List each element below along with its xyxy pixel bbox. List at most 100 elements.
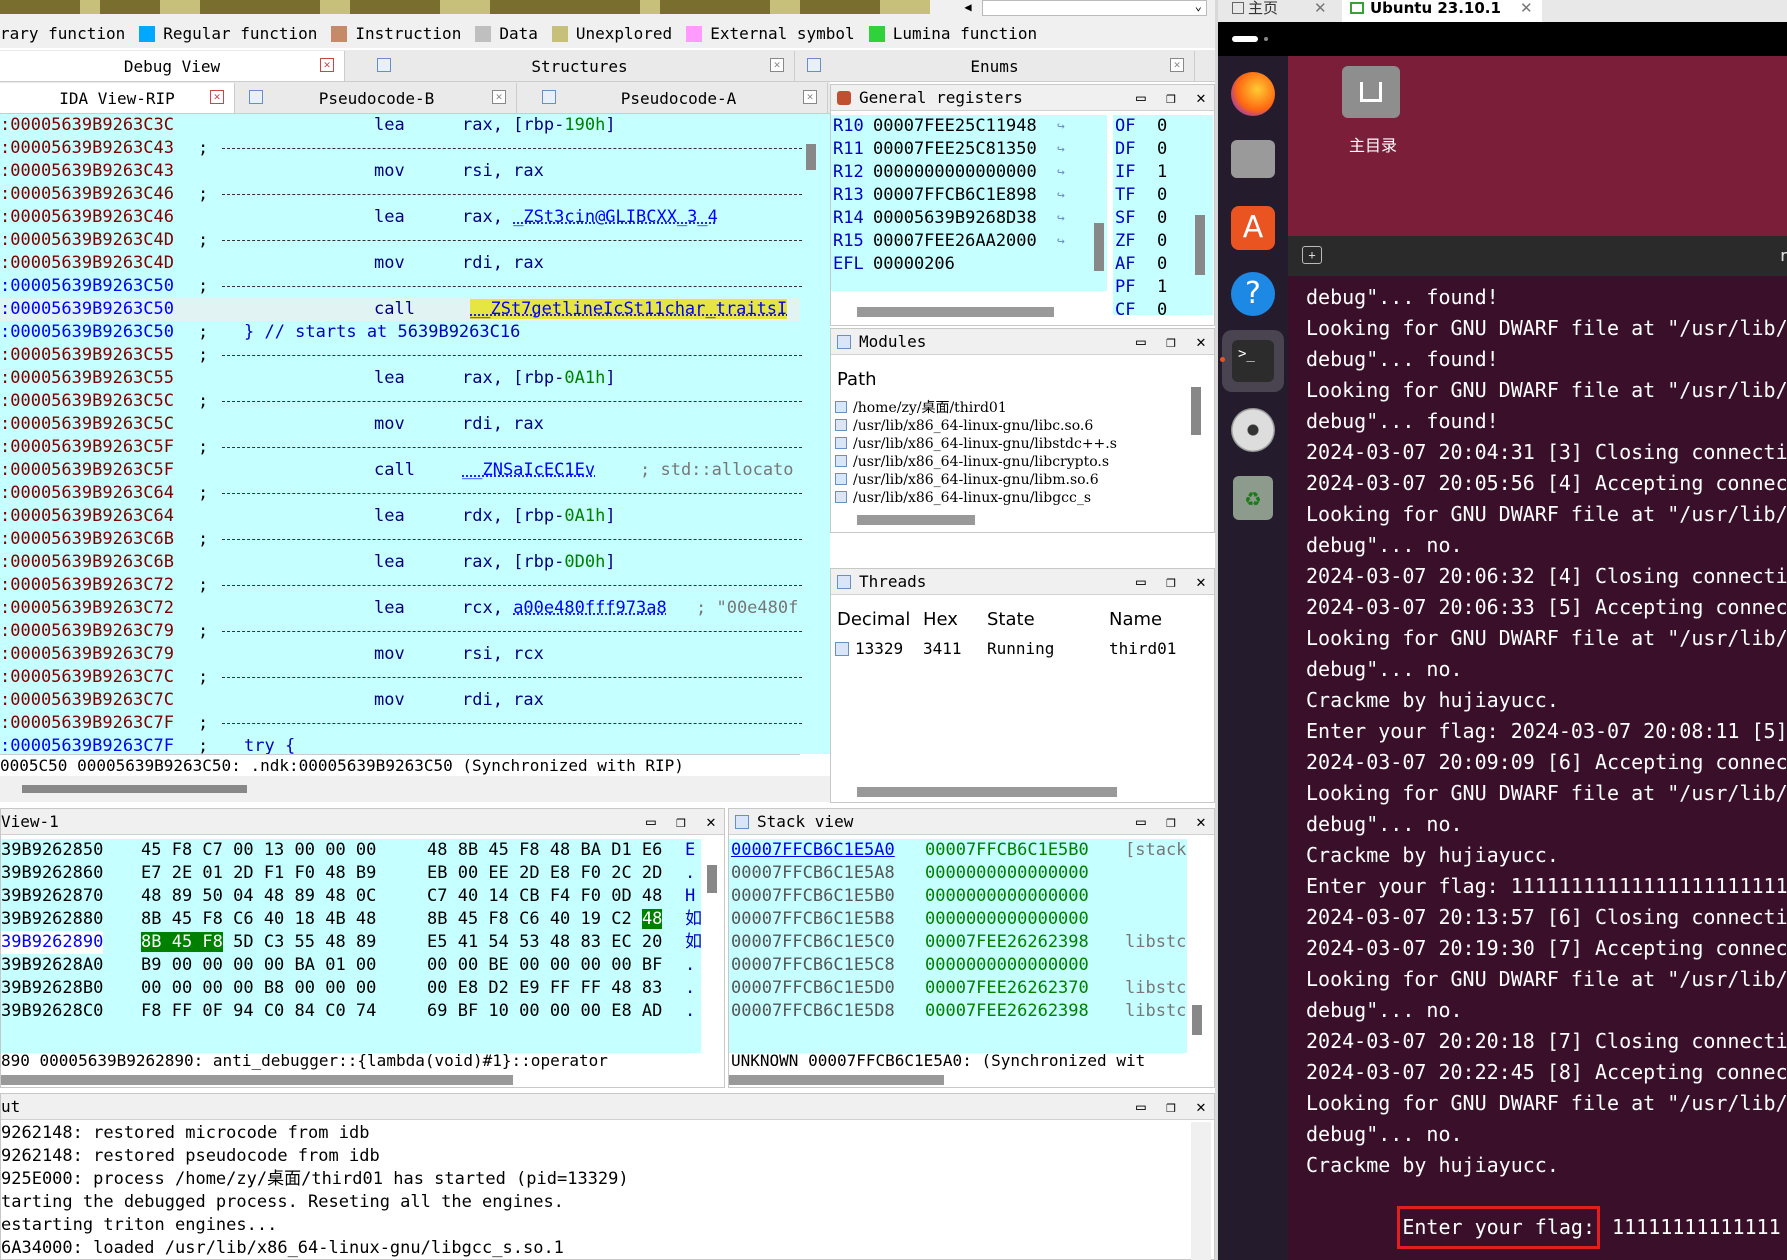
scrollbar-thumb[interactable]: [729, 1075, 944, 1085]
jump-arrow-icon[interactable]: ↪: [1057, 184, 1065, 207]
col-header-decimal[interactable]: Decimal: [837, 609, 910, 630]
disasm-line[interactable]: :00005639B9263C6B lea rax, [rbp-0D0h]: [0, 551, 800, 574]
navband-left-arrow-icon[interactable]: ◀: [956, 0, 980, 14]
home-folder-icon[interactable]: [1342, 66, 1400, 118]
stack-row[interactable]: 00007FFCB6C1E5C0 00007FEE26262398 libstc: [729, 931, 1187, 954]
flag-value[interactable]: 0: [1157, 184, 1167, 207]
disasm-line[interactable]: :00005639B9263C4D;: [0, 229, 802, 252]
register-value[interactable]: 00000206: [873, 253, 955, 276]
hex-bytes[interactable]: 69 BF 10 00 00 00 E8 AD: [427, 1000, 662, 1023]
stack-row[interactable]: 00007FFCB6C1E5A0 00007FFCB6C1E5B0 [stack: [729, 839, 1187, 862]
ida-hscroll[interactable]: [0, 776, 830, 802]
disasm-line[interactable]: :00005639B9263C7C;: [0, 666, 802, 689]
scrollbar-thumb[interactable]: [22, 785, 247, 793]
hex-bytes[interactable]: EB 00 EE 2D E8 F0 2C 2D: [427, 862, 662, 885]
flag-value[interactable]: 1: [1157, 276, 1167, 299]
scrollbar-thumb[interactable]: [857, 515, 975, 525]
disasm-line[interactable]: :00005639B9263C5C;: [0, 390, 802, 413]
hex-bytes[interactable]: F8 FF 0F 94 C0 84 C0 74: [141, 1000, 376, 1023]
flag-row[interactable]: PF 1: [1113, 276, 1213, 299]
selected-bytes[interactable]: 48: [641, 909, 663, 929]
symbol-reference[interactable]: __ZSt7getlineIcSt11char_traitsI: [470, 299, 788, 319]
scrollbar-thumb[interactable]: [1094, 223, 1104, 271]
hex-row[interactable]: 39B92628B0 00 00 00 00 B8 00 00 00 00 E8 D…: [1, 977, 701, 1000]
firefox-icon[interactable]: [1231, 72, 1275, 116]
disasm-line[interactable]: :00005639B9263C7F; try {: [0, 735, 800, 754]
disasm-line[interactable]: :00005639B9263C55 lea rax, [rbp-0A1h]: [0, 367, 800, 390]
disasm-line[interactable]: :00005639B9263C6B;: [0, 528, 802, 551]
close-icon[interactable]: ✕: [1192, 332, 1210, 351]
hex-row[interactable]: 39B9262890 8B 45 F8 5D C3 55 48 89 E5 41 5…: [1, 931, 701, 954]
disasm-line[interactable]: :00005639B9263C4D mov rdi, rax: [0, 252, 800, 275]
minimize-icon[interactable]: ▭: [1132, 572, 1150, 591]
register-row[interactable]: R14 00005639B9268D38 ↪: [831, 207, 1107, 230]
hex-row[interactable]: 39B9262850 45 F8 C7 00 13 00 00 00 48 8B 4…: [1, 839, 701, 862]
stack-value[interactable]: 00007FFCB6C1E5B0: [925, 839, 1089, 862]
flag-value[interactable]: 0: [1157, 253, 1167, 276]
tab-pseudocode-a[interactable]: Pseudocode-A ✕: [530, 83, 828, 113]
table-row[interactable]: 13329 3411 Running third01: [831, 637, 1216, 663]
hex-row[interactable]: 39B9262880 8B 45 F8 C6 40 18 4B 48 8B 45 F…: [1, 908, 701, 931]
app-center-icon[interactable]: A: [1231, 206, 1275, 250]
disasm-line[interactable]: :00005639B9263C72;: [0, 574, 802, 597]
list-item[interactable]: /home/zy/桌面/third01: [831, 399, 1189, 417]
stack-value[interactable]: 0000000000000000: [925, 885, 1089, 908]
close-icon[interactable]: ✕: [492, 90, 506, 104]
register-value[interactable]: 00007FEE26AA2000: [873, 230, 1037, 253]
disasm-line[interactable]: :00005639B9263C79 mov rsi, rcx: [0, 643, 800, 666]
col-header-hex[interactable]: Hex: [923, 609, 958, 630]
close-icon[interactable]: ✕: [770, 58, 784, 72]
scrollbar-thumb[interactable]: [857, 787, 1117, 797]
minimize-icon[interactable]: ▭: [1132, 812, 1150, 831]
register-value[interactable]: 00007FEE25C11948: [873, 115, 1037, 138]
jump-arrow-icon[interactable]: ↪: [1057, 138, 1065, 161]
jump-arrow-icon[interactable]: ↪: [1057, 161, 1065, 184]
symbol-reference[interactable]: _ZSt3cin@GLIBCXX_3_4: [513, 207, 718, 227]
flag-input[interactable]: 11111111111111: [1612, 1215, 1781, 1239]
terminal-prompt-line[interactable]: Enter your flag: 11111111111111: [1306, 1181, 1787, 1249]
disasm-line[interactable]: :00005639B9263C46 lea rax, _ZSt3cin@GLIBCX…: [0, 206, 800, 229]
stack-value[interactable]: 00007FEE26262398: [925, 931, 1089, 954]
flag-row[interactable]: IF 1: [1113, 161, 1213, 184]
navband-combo[interactable]: ⌄: [982, 0, 1207, 16]
hex-bytes[interactable]: 00 00 00 00 B8 00 00 00: [141, 977, 376, 1000]
hex-row[interactable]: 39B9262860 E7 2E 01 2D F1 F0 48 B9 EB 00 E…: [1, 862, 701, 885]
register-value[interactable]: 00005639B9268D38: [873, 207, 1037, 230]
disc-icon[interactable]: [1231, 408, 1275, 452]
stack-row[interactable]: 00007FFCB6C1E5D8 00007FEE26262398 libstc: [729, 1000, 1187, 1023]
trash-icon[interactable]: ♻: [1233, 476, 1273, 520]
hex-bytes[interactable]: B9 00 00 00 00 BA 01 00: [141, 954, 376, 977]
tab-pseudocode-b[interactable]: Pseudocode-B ✕: [237, 83, 517, 113]
terminal-output[interactable]: debug"... found! Looking for GNU DWARF fi…: [1306, 282, 1787, 1181]
tab-ida-view-rip[interactable]: IDA View-RIP ✕: [0, 83, 235, 113]
stack-row[interactable]: 00007FFCB6C1E5A8 0000000000000000: [729, 862, 1187, 885]
scrollbar-thumb[interactable]: [707, 865, 717, 893]
stack-value[interactable]: 00007FEE26262398: [925, 1000, 1089, 1023]
flag-row[interactable]: TF 0: [1113, 184, 1213, 207]
register-value[interactable]: 0000000000000000: [873, 161, 1037, 184]
register-row[interactable]: R11 00007FEE25C81350 ↪: [831, 138, 1107, 161]
hex-bytes[interactable]: 00 E8 D2 E9 FF FF 48 83: [427, 977, 662, 1000]
hex-bytes[interactable]: 8B 45 F8 C6 40 19 C2 48: [427, 908, 663, 931]
disasm-line[interactable]: :00005639B9263C72 lea rcx, a00e480fff973a8…: [0, 597, 800, 620]
stack-value[interactable]: 00007FEE26262370: [925, 977, 1089, 1000]
files-icon[interactable]: [1231, 140, 1275, 178]
jump-arrow-icon[interactable]: ↪: [1057, 230, 1065, 253]
restore-icon[interactable]: ❐: [1162, 572, 1180, 591]
activities-indicator[interactable]: [1232, 36, 1258, 42]
tab-debug-view[interactable]: Debug View ✕: [0, 51, 345, 81]
stack-row[interactable]: 00007FFCB6C1E5D0 00007FEE26262370 libstc: [729, 977, 1187, 1000]
restore-icon[interactable]: ❐: [1162, 332, 1180, 351]
hex-bytes[interactable]: 8B 45 F8 C6 40 18 4B 48: [141, 908, 376, 931]
disasm-line[interactable]: :00005639B9263C50;} // starts at 5639B92…: [0, 321, 800, 344]
vm-tab-ubuntu[interactable]: Ubuntu 23.10.1 ✕: [1342, 0, 1542, 22]
register-row[interactable]: EFL 00000206: [831, 253, 1107, 276]
symbol-reference[interactable]: a00e480fff973a8: [513, 598, 667, 618]
hex-bytes[interactable]: E5 41 54 53 48 83 EC 20: [427, 931, 662, 954]
close-icon[interactable]: ✕: [1192, 572, 1210, 591]
disasm-line[interactable]: :00005639B9263C43 mov rsi, rax: [0, 160, 800, 183]
list-item[interactable]: /usr/lib/x86_64-linux-gnu/libm.so.6: [831, 471, 1189, 489]
disasm-line[interactable]: :00005639B9263C5F;: [0, 436, 802, 459]
close-icon[interactable]: ✕: [210, 90, 224, 104]
tab-enums[interactable]: Enums ✕: [795, 51, 1195, 81]
